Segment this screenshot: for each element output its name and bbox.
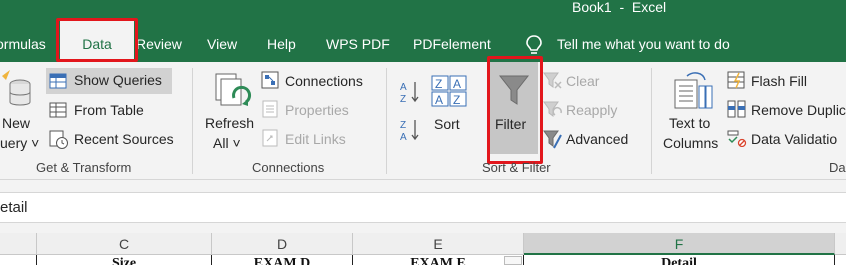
sort-a-to-z-icon[interactable]: A Z — [399, 80, 421, 104]
column-header-b[interactable] — [0, 233, 37, 255]
data-validation-label[interactable]: Data Validatio — [751, 131, 837, 147]
column-header-f[interactable]: F — [524, 233, 835, 255]
data-tab-highlight-box — [56, 18, 138, 62]
tell-me-label: Tell me what you want to do — [557, 36, 730, 52]
reapply-label[interactable]: Reapply — [566, 102, 617, 118]
remove-duplicates-label[interactable]: Remove Duplic — [751, 102, 846, 118]
cell-b-header[interactable] — [0, 255, 37, 265]
svg-text:Z: Z — [435, 77, 442, 91]
svg-text:A: A — [453, 77, 461, 91]
column-header-g[interactable] — [835, 233, 846, 255]
filter-highlight-box — [487, 56, 543, 164]
column-header-e[interactable]: E — [353, 233, 524, 255]
advanced-filter-icon[interactable] — [543, 130, 563, 150]
new-query-button[interactable] — [0, 70, 32, 115]
recent-sources-icon[interactable] — [49, 130, 69, 150]
flash-fill-icon[interactable] — [727, 71, 747, 89]
connections-icon[interactable] — [261, 71, 279, 89]
filter-dropdown-arrow[interactable] — [504, 256, 522, 265]
database-query-icon — [2, 70, 31, 106]
refresh-all-label-2: All ˅ — [213, 135, 241, 151]
recent-sources-label[interactable]: Recent Sources — [74, 131, 174, 147]
from-table-label[interactable]: From Table — [74, 102, 144, 118]
sort-dialog-icon[interactable]: Z A A Z — [431, 75, 467, 107]
from-table-icon[interactable] — [49, 101, 67, 119]
show-queries-button[interactable]: Show Queries — [46, 68, 172, 94]
refresh-all-label-1: Refresh — [205, 115, 255, 131]
reapply-filter-icon[interactable] — [543, 101, 563, 119]
group-divider — [192, 68, 193, 174]
cell-detail-header[interactable]: Detail — [524, 255, 835, 265]
text-to-columns-label-2: Columns — [663, 135, 719, 151]
sort-label[interactable]: Sort — [434, 116, 460, 132]
text-to-columns-label-1: Text to — [669, 115, 711, 131]
svg-text:A: A — [400, 132, 407, 142]
title-bar: Book1 - Excel — [0, 0, 846, 20]
tab-review[interactable]: Review — [136, 20, 182, 62]
group-divider — [386, 68, 387, 174]
window-title: Book1 - Excel — [572, 0, 667, 15]
new-query-label-2: uery ˅ — [0, 135, 40, 151]
svg-text:Z: Z — [453, 93, 460, 107]
text-to-columns-icon[interactable] — [673, 72, 713, 112]
cell-exam-d-header[interactable]: EXAM D — [212, 255, 353, 265]
clear-label[interactable]: Clear — [566, 73, 599, 89]
tab-view[interactable]: View — [207, 20, 237, 62]
connections-label[interactable]: Connections — [285, 73, 363, 89]
new-query-label-1: New — [2, 115, 31, 131]
cell-size-header[interactable]: Size — [37, 255, 212, 265]
tab-formulas[interactable]: ormulas — [0, 20, 46, 62]
edit-links-label[interactable]: Edit Links — [285, 131, 346, 147]
advanced-label[interactable]: Advanced — [566, 131, 628, 147]
ribbon: New uery ˅ Show Queries From Table Recen… — [0, 56, 846, 180]
formula-bar-area: etail — [0, 180, 846, 233]
connections-group-label: Connections — [252, 160, 325, 175]
column-header-c[interactable]: C — [37, 233, 212, 255]
column-header-d[interactable]: D — [212, 233, 353, 255]
sort-z-to-a-icon[interactable]: Z A — [399, 118, 421, 142]
formula-bar-text: etail — [0, 199, 28, 216]
remove-duplicates-icon[interactable] — [727, 100, 747, 118]
properties-icon[interactable] — [261, 100, 279, 118]
clear-filter-icon[interactable] — [543, 72, 563, 90]
tab-wps-pdf[interactable]: WPS PDF — [326, 20, 390, 62]
svg-text:Z: Z — [400, 94, 406, 104]
table-icon — [49, 73, 67, 89]
show-queries-label: Show Queries — [74, 72, 162, 88]
tab-pdfelement[interactable]: PDFelement — [413, 20, 491, 62]
data-tools-group-label: Da — [829, 160, 846, 175]
sort-filter-group-label: Sort & Filter — [482, 160, 551, 175]
flash-fill-label[interactable]: Flash Fill — [751, 73, 807, 89]
get-transform-group-label: Get & Transform — [36, 160, 132, 175]
data-validation-icon[interactable] — [727, 129, 747, 147]
edit-links-icon[interactable] — [261, 129, 279, 147]
svg-text:A: A — [435, 93, 443, 107]
svg-text:Z: Z — [400, 120, 406, 131]
tab-help[interactable]: Help — [267, 20, 296, 62]
lightbulb-icon — [526, 35, 542, 54]
group-divider — [651, 68, 652, 174]
svg-text:A: A — [400, 82, 407, 93]
formula-bar[interactable]: etail — [0, 192, 846, 223]
refresh-all-icon[interactable] — [212, 72, 252, 112]
properties-label[interactable]: Properties — [285, 102, 349, 118]
cell-exam-e-header[interactable]: EXAM E — [353, 255, 524, 265]
